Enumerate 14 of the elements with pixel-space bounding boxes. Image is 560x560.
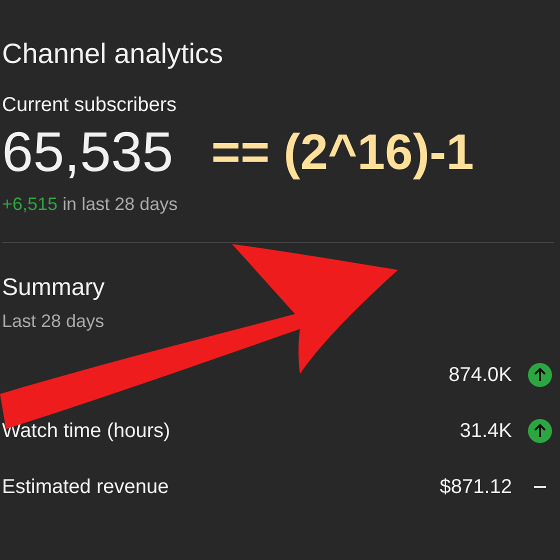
change-period: in last 28 days xyxy=(62,193,178,216)
page-title: Channel analytics xyxy=(2,37,224,71)
metric-label: Estimated revenue xyxy=(2,475,169,500)
subscribers-label: Current subscribers xyxy=(2,93,178,118)
dash-icon xyxy=(534,486,546,488)
annotation-text: == (2^16)-1 xyxy=(211,123,474,182)
summary-period: Last 28 days xyxy=(2,310,106,333)
metric-value: $871.12 xyxy=(440,475,512,500)
summary-title: Summary xyxy=(2,273,106,303)
metric-label: Watch time (hours) xyxy=(2,419,170,444)
metric-value: 31.4K xyxy=(460,419,512,444)
subscriber-count: 65,535 xyxy=(2,120,174,184)
subscriber-change: +6,515 xyxy=(2,193,58,216)
metric-value: 874.0K xyxy=(448,363,512,388)
